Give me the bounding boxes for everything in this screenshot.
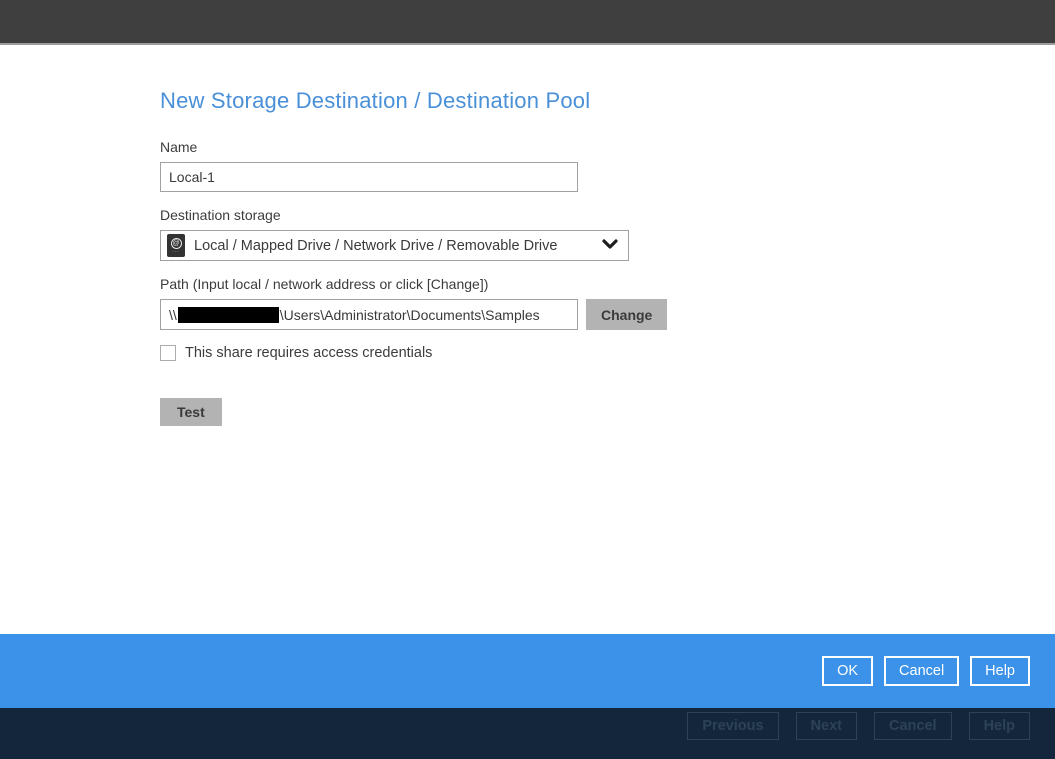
wizard-previous-button[interactable]: Previous [687,712,778,740]
chevron-down-icon [602,237,618,255]
path-label: Path (Input local / network address or c… [160,276,1055,292]
path-input[interactable]: \\ \Users\Administrator\Documents\Sample… [160,299,578,330]
destination-storage-group: Destination storage @ ... Local / Mapped… [160,207,1055,261]
cancel-button[interactable]: Cancel [884,656,959,686]
drive-icon: @ ... [167,234,185,257]
name-field-group: Name [160,139,1055,192]
page-title: New Storage Destination / Destination Po… [160,88,1055,114]
destination-storage-selected-value: Local / Mapped Drive / Network Drive / R… [194,238,596,254]
name-label: Name [160,139,1055,155]
destination-storage-label: Destination storage [160,207,1055,223]
path-suffix: \Users\Administrator\Documents\Samples [280,307,540,323]
window-title-bar [0,0,1055,45]
change-button[interactable]: Change [586,299,667,330]
ok-button[interactable]: OK [822,656,873,686]
test-button[interactable]: Test [160,398,222,426]
name-input[interactable] [160,162,578,192]
credentials-checkbox-row: This share requires access credentials [160,345,1055,361]
wizard-next-button[interactable]: Next [796,712,857,740]
path-field-group: Path (Input local / network address or c… [160,276,1055,330]
path-prefix: \\ [169,307,177,323]
destination-storage-select[interactable]: @ ... Local / Mapped Drive / Network Dri… [160,230,629,261]
credentials-checkbox[interactable] [160,345,176,361]
redacted-path-segment [178,307,279,323]
dialog-body: New Storage Destination / Destination Po… [0,47,1055,634]
wizard-cancel-button[interactable]: Cancel [874,712,952,740]
dialog-footer-bar: OK Cancel Help [0,634,1055,708]
wizard-footer-bar: Previous Next Cancel Help [0,708,1055,759]
credentials-checkbox-label: This share requires access credentials [185,345,432,361]
wizard-help-button[interactable]: Help [969,712,1030,740]
help-button[interactable]: Help [970,656,1030,686]
